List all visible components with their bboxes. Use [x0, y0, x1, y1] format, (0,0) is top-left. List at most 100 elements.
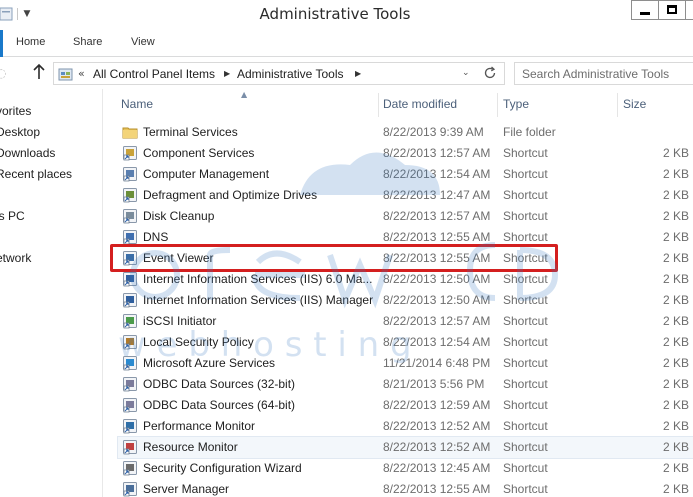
column-divider[interactable]	[617, 93, 618, 117]
file-name: ODBC Data Sources (64-bit)	[143, 398, 296, 412]
file-row[interactable]: Component Services 8/22/2013 12:57 AM Shor…	[118, 143, 693, 164]
odbc-icon	[122, 397, 138, 413]
file-row[interactable]: Security Configuration Wizard 8/22/2013 1…	[118, 458, 693, 479]
security-wizard-icon	[122, 460, 138, 476]
iis-manager-icon	[122, 292, 138, 308]
recent-locations-icon[interactable]: ◌	[0, 66, 6, 80]
explorer-window-icon[interactable]	[0, 6, 14, 22]
file-date-modified: 11/21/2014 6:48 PM	[383, 356, 491, 370]
file-name: Security Configuration Wizard	[143, 461, 302, 475]
file-type: Shortcut	[503, 482, 548, 496]
refresh-icon[interactable]	[482, 65, 498, 81]
azure-icon	[122, 355, 138, 371]
performance-monitor-icon	[122, 418, 138, 434]
nav-desktop[interactable]: Desktop	[0, 125, 40, 139]
file-row[interactable]: Defragment and Optimize Drives 8/22/2013 …	[118, 185, 693, 206]
breadcrumb-control-panel[interactable]: All Control Panel Items	[93, 67, 215, 81]
search-input[interactable]	[522, 67, 692, 81]
column-header-date[interactable]: Date modified	[383, 97, 457, 111]
nav-this-pc[interactable]: is PC	[0, 209, 25, 223]
file-list: ▲ Name Date modified Type Size Terminal …	[104, 89, 693, 497]
file-row[interactable]: Event Viewer 8/22/2013 12:55 AM Shortcut 2 …	[118, 248, 693, 269]
address-row: ◌ « All Control Panel Items ▶ Administra…	[0, 57, 693, 89]
tab-share[interactable]: Share	[73, 36, 102, 48]
file-date-modified: 8/22/2013 12:59 AM	[383, 398, 491, 412]
minimize-button[interactable]	[631, 0, 659, 20]
quick-access-dropdown-icon[interactable]: ▼	[21, 8, 33, 20]
file-tab[interactable]	[0, 30, 3, 57]
breadcrumb-chevron-icon[interactable]: ▶	[224, 69, 230, 78]
file-type: Shortcut	[503, 461, 548, 475]
file-row[interactable]: Microsoft Azure Services 11/21/2014 6:48 …	[118, 353, 693, 374]
nav-favorites[interactable]: vorites	[0, 104, 31, 118]
column-divider[interactable]	[378, 93, 379, 117]
close-button[interactable]	[685, 0, 693, 20]
file-date-modified: 8/22/2013 12:52 AM	[383, 440, 491, 454]
column-header-size[interactable]: Size	[623, 97, 646, 111]
file-date-modified: 8/22/2013 12:55 AM	[383, 482, 491, 496]
file-size: 2 KB	[662, 314, 689, 328]
chevron-down-icon[interactable]: ⌄	[462, 68, 470, 78]
file-date-modified: 8/22/2013 12:57 AM	[383, 146, 491, 160]
file-row[interactable]: iSCSI Initiator 8/22/2013 12:57 AM Shortcu…	[118, 311, 693, 332]
nav-downloads[interactable]: Downloads	[0, 146, 55, 160]
file-name: Component Services	[143, 146, 255, 160]
file-type: Shortcut	[503, 314, 548, 328]
breadcrumb-chevron-icon[interactable]: ▶	[355, 69, 361, 78]
file-row[interactable]: Server Manager 8/22/2013 12:55 AM Shortcut…	[118, 479, 693, 497]
iscsi-icon	[122, 313, 138, 329]
file-name: Defragment and Optimize Drives	[143, 188, 318, 202]
file-type: Shortcut	[503, 440, 548, 454]
minimize-icon	[640, 12, 650, 15]
file-row[interactable]: Terminal Services 8/22/2013 9:39 AM File f…	[118, 122, 693, 143]
breadcrumb-overflow[interactable]: «	[78, 67, 85, 80]
title-bar: ▼ Administrative Tools	[0, 0, 693, 30]
file-row[interactable]: Local Security Policy 8/22/2013 12:54 AM S…	[118, 332, 693, 353]
file-name: DNS	[143, 230, 169, 244]
column-header-name[interactable]: Name	[121, 97, 153, 111]
file-row[interactable]: ODBC Data Sources (64-bit) 8/22/2013 12:5…	[118, 395, 693, 416]
file-size: 2 KB	[662, 209, 689, 223]
file-row[interactable]: Internet Information Services (IIS) Mana…	[118, 290, 693, 311]
navigation-pane: vorites Desktop Downloads Recent places …	[0, 89, 103, 497]
file-row[interactable]: Disk Cleanup 8/22/2013 12:57 AM Shortcut 2 …	[118, 206, 693, 227]
nav-recent-places[interactable]: Recent places	[0, 167, 72, 181]
file-type: Shortcut	[503, 230, 548, 244]
tab-home[interactable]: Home	[16, 36, 45, 48]
file-type: Shortcut	[503, 356, 548, 370]
file-type: Shortcut	[503, 293, 548, 307]
breadcrumb-administrative-tools[interactable]: Administrative Tools	[237, 67, 344, 81]
file-row[interactable]: DNS 8/22/2013 12:55 AM Shortcut 2 KB	[118, 227, 693, 248]
file-size: 2 KB	[662, 356, 689, 370]
file-size: 2 KB	[662, 398, 689, 412]
file-type: Shortcut	[503, 251, 548, 265]
file-size: 2 KB	[662, 293, 689, 307]
search-box[interactable]	[514, 62, 693, 85]
file-date-modified: 8/22/2013 12:57 AM	[383, 209, 491, 223]
tab-view[interactable]: View	[131, 36, 155, 48]
file-name: Local Security Policy	[143, 335, 254, 349]
column-divider[interactable]	[497, 93, 498, 117]
nav-network[interactable]: etwork	[0, 251, 31, 265]
file-row[interactable]: Resource Monitor 8/22/2013 12:52 AM Shortc…	[117, 436, 693, 459]
file-name: Computer Management	[143, 167, 270, 181]
file-size: 2 KB	[662, 335, 689, 349]
file-row[interactable]: Internet Information Services (IIS) 6.0 …	[118, 269, 693, 290]
address-bar[interactable]: « All Control Panel Items ▶ Administrati…	[53, 62, 505, 85]
column-header-type[interactable]: Type	[503, 97, 529, 111]
folder-icon	[122, 124, 138, 140]
file-type: Shortcut	[503, 188, 548, 202]
file-date-modified: 8/22/2013 12:54 AM	[383, 335, 491, 349]
maximize-button[interactable]	[658, 0, 686, 20]
computer-management-icon	[122, 166, 138, 182]
file-row[interactable]: Computer Management 8/22/2013 12:54 AM Sho…	[118, 164, 693, 185]
file-row[interactable]: ODBC Data Sources (32-bit) 8/21/2013 5:56…	[118, 374, 693, 395]
file-date-modified: 8/22/2013 12:54 AM	[383, 167, 491, 181]
file-size: 2 KB	[662, 146, 689, 160]
up-arrow-icon[interactable]	[31, 62, 47, 82]
maximize-icon	[667, 5, 677, 14]
file-date-modified: 8/22/2013 12:52 AM	[383, 419, 491, 433]
file-name: Server Manager	[143, 482, 230, 496]
file-date-modified: 8/22/2013 12:47 AM	[383, 188, 491, 202]
file-row[interactable]: Performance Monitor 8/22/2013 12:52 AM Sho…	[118, 416, 693, 437]
